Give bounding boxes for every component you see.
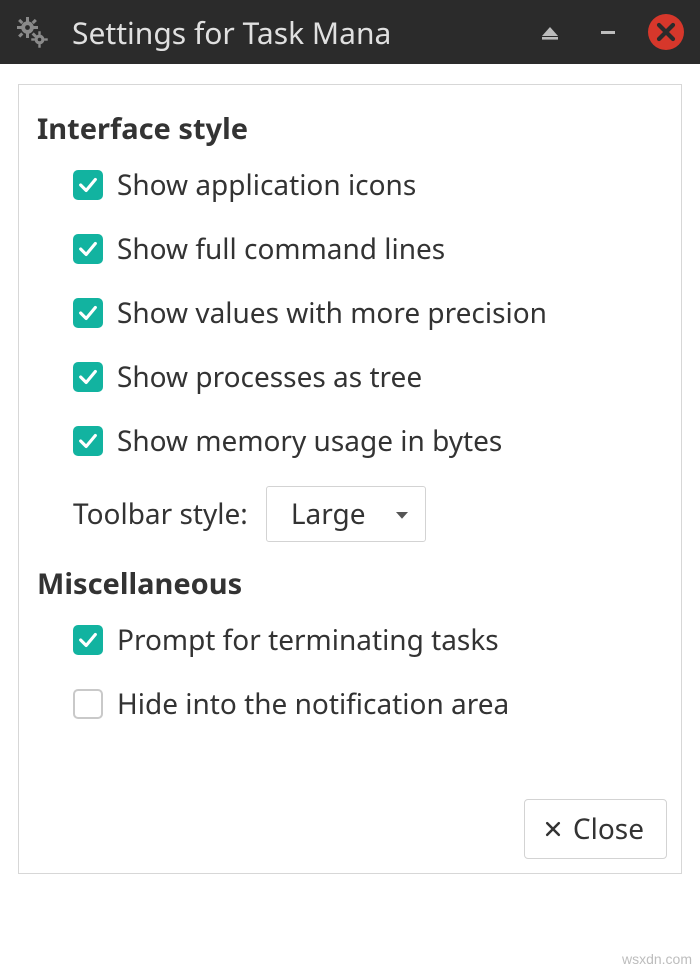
checkbox-show-tree[interactable] bbox=[73, 362, 103, 392]
option-show-mem-bytes[interactable]: Show memory usage in bytes bbox=[73, 422, 667, 460]
section-misc-title: Miscellaneous bbox=[37, 564, 667, 603]
gear-icon bbox=[10, 10, 54, 54]
chevron-down-icon bbox=[393, 495, 411, 533]
dialog-footer: Close bbox=[524, 799, 667, 859]
label-show-app-icons: Show application icons bbox=[117, 166, 416, 204]
shade-button[interactable] bbox=[530, 12, 570, 52]
option-prompt-terminate[interactable]: Prompt for terminating tasks bbox=[73, 621, 667, 659]
toolbar-style-dropdown[interactable]: Large bbox=[266, 486, 426, 542]
option-show-cmd-lines[interactable]: Show full command lines bbox=[73, 230, 667, 268]
toolbar-style-row: Toolbar style: Large bbox=[73, 486, 667, 542]
settings-window: Settings for Task Mana Interface style bbox=[0, 0, 700, 886]
label-prompt-terminate: Prompt for terminating tasks bbox=[117, 621, 499, 659]
close-x-icon bbox=[543, 810, 563, 848]
checkbox-show-app-icons[interactable] bbox=[73, 170, 103, 200]
label-hide-notification: Hide into the notification area bbox=[117, 685, 509, 723]
label-show-cmd-lines: Show full command lines bbox=[117, 230, 445, 268]
close-button[interactable]: Close bbox=[524, 799, 667, 859]
checkbox-show-cmd-lines[interactable] bbox=[73, 234, 103, 264]
checkbox-show-mem-bytes[interactable] bbox=[73, 426, 103, 456]
option-hide-notification[interactable]: Hide into the notification area bbox=[73, 685, 667, 723]
option-show-tree[interactable]: Show processes as tree bbox=[73, 358, 667, 396]
window-close-button[interactable] bbox=[646, 12, 686, 52]
label-show-mem-bytes: Show memory usage in bytes bbox=[117, 422, 502, 460]
close-button-label: Close bbox=[573, 810, 644, 848]
checkbox-show-precision[interactable] bbox=[73, 298, 103, 328]
watermark: wsxdn.com bbox=[622, 951, 692, 967]
checkbox-prompt-terminate[interactable] bbox=[73, 625, 103, 655]
option-show-app-icons[interactable]: Show application icons bbox=[73, 166, 667, 204]
minimize-button[interactable] bbox=[588, 12, 628, 52]
window-title: Settings for Task Mana bbox=[72, 12, 512, 53]
option-show-precision[interactable]: Show values with more precision bbox=[73, 294, 667, 332]
checkbox-hide-notification[interactable] bbox=[73, 689, 103, 719]
titlebar: Settings for Task Mana bbox=[0, 0, 700, 64]
content-frame: Interface style Show application icons S… bbox=[18, 84, 682, 874]
toolbar-style-label: Toolbar style: bbox=[73, 495, 248, 533]
toolbar-style-value: Large bbox=[291, 495, 366, 533]
section-interface-title: Interface style bbox=[37, 109, 667, 148]
label-show-precision: Show values with more precision bbox=[117, 294, 547, 332]
label-show-tree: Show processes as tree bbox=[117, 358, 422, 396]
content-area: Interface style Show application icons S… bbox=[0, 64, 700, 886]
